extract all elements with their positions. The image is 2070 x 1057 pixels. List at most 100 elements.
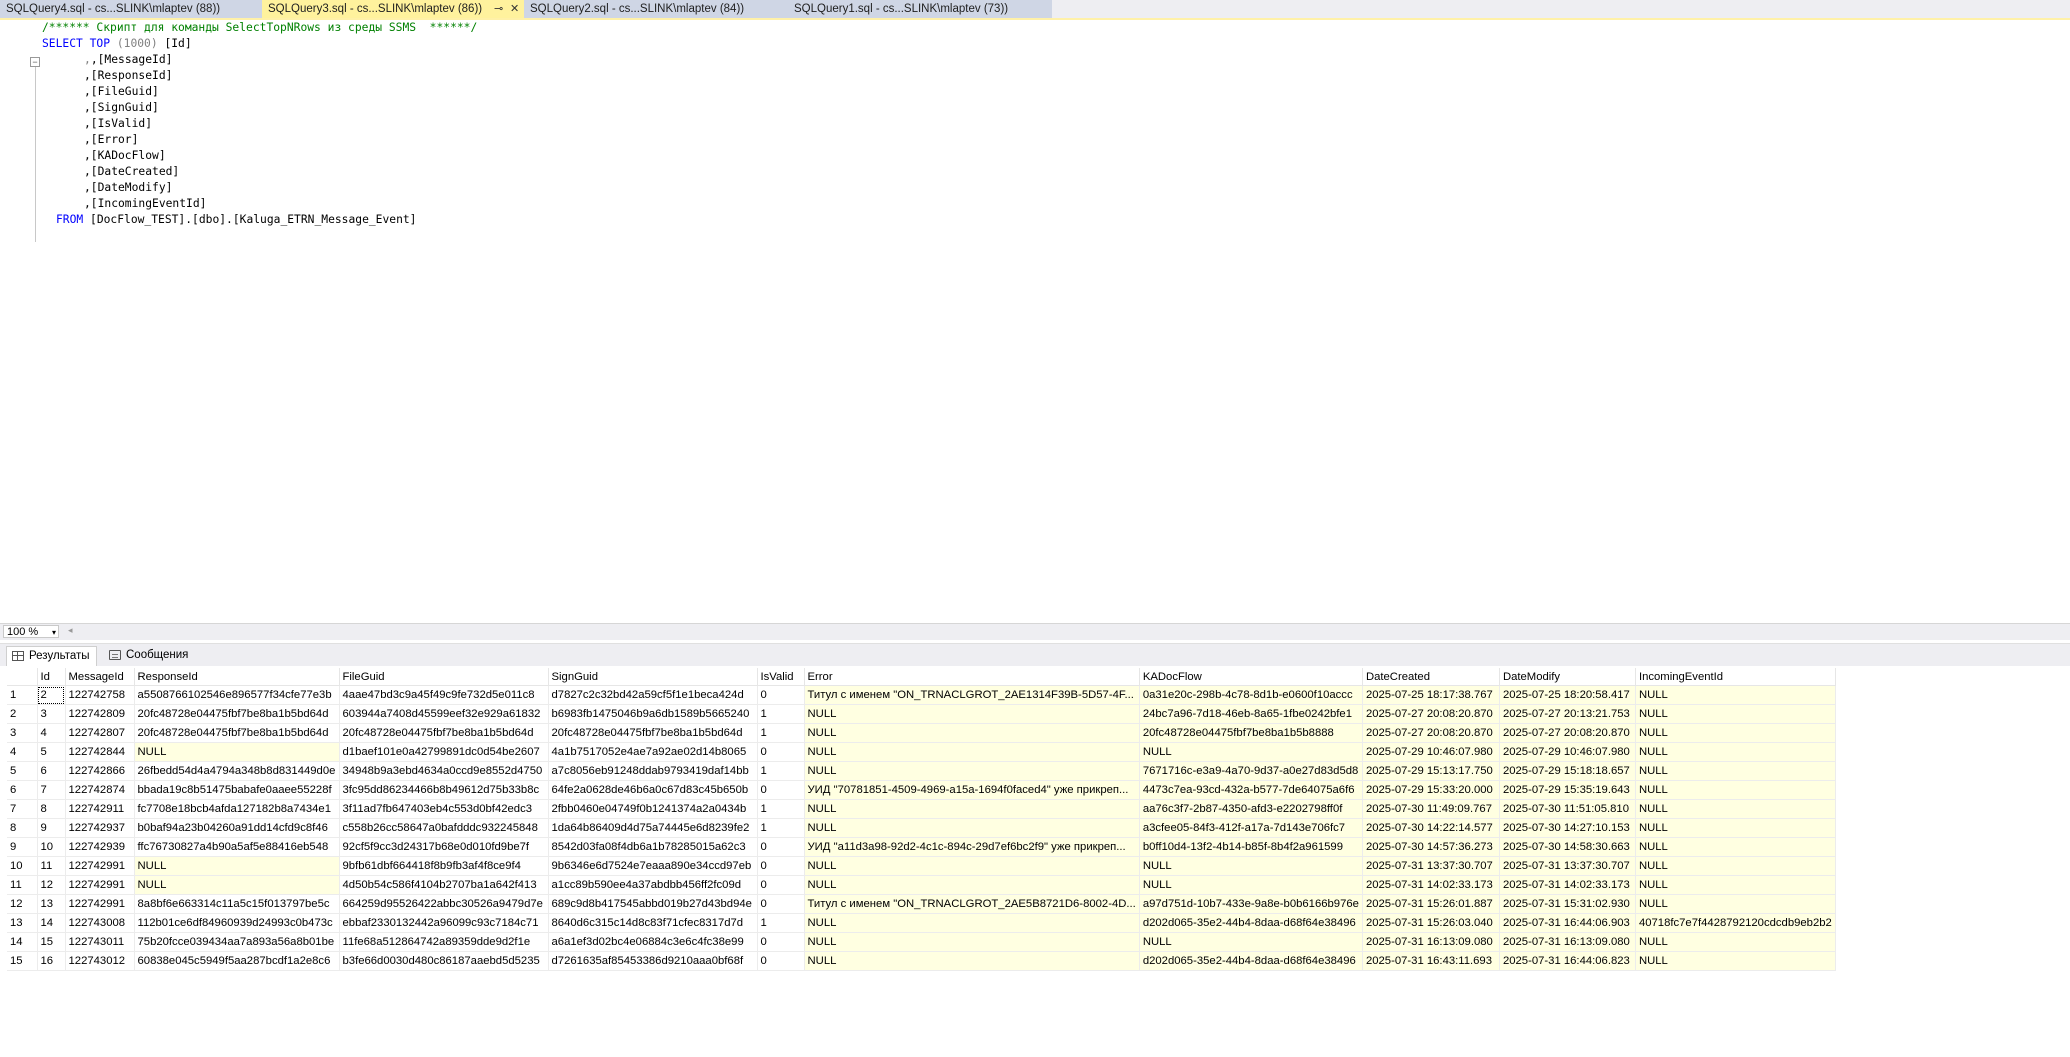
row-number-cell[interactable]: 8	[7, 818, 38, 838]
scroll-left-icon[interactable]: ◂	[68, 625, 73, 636]
table-cell[interactable]: 10	[37, 837, 66, 857]
row-number-cell[interactable]: 5	[7, 761, 38, 781]
table-cell[interactable]: 11	[37, 856, 66, 876]
row-number-cell[interactable]: 7	[7, 799, 38, 819]
pin-icon[interactable]: ⊸	[494, 0, 503, 18]
table-cell[interactable]: NULL	[1635, 723, 1836, 743]
table-row[interactable]: 13 14 122743008 112b01ce6df84960939d24993c0…	[7, 913, 1836, 933]
table-cell[interactable]: 4d50b54c586f4104b2707ba1a642f413	[339, 875, 549, 895]
table-cell[interactable]: NULL	[1635, 951, 1836, 971]
table-cell[interactable]: 2025-07-31 16:13:09.080	[1362, 932, 1500, 952]
tab-sqlquery2[interactable]: SQLQuery2.sql - cs...SLINK\mlaptev (84))	[524, 0, 786, 18]
column-header-kadocflow[interactable]: KADocFlow	[1139, 668, 1363, 686]
row-number-cell[interactable]: 11	[7, 875, 38, 895]
table-row[interactable]: 4 5 122742844 NULL d1baef101e0a42799891dc0d5…	[7, 742, 1836, 762]
table-cell[interactable]: 0	[757, 742, 805, 762]
table-cell[interactable]: 0	[757, 932, 805, 952]
table-cell[interactable]: 20fc48728e04475fbf7be8ba1b5b8888	[1139, 723, 1363, 743]
table-cell[interactable]: 664259d95526422abbc30526a9479d7e	[339, 894, 549, 914]
table-cell[interactable]: NULL	[1635, 875, 1836, 895]
column-header-id[interactable]: Id	[37, 668, 66, 686]
table-cell[interactable]: 0	[757, 894, 805, 914]
table-cell[interactable]: 603944a7408d45599eef32e929a61832	[339, 704, 549, 724]
table-cell[interactable]: 122742866	[65, 761, 135, 781]
table-cell[interactable]: 8a8bf6e663314c11a5c15f013797be5c	[134, 894, 340, 914]
table-cell[interactable]: bbada19c8b51475babafe0aaee55228f	[134, 780, 340, 800]
column-header-fileguid[interactable]: FileGuid	[339, 668, 549, 686]
table-cell[interactable]: 34948b9a3ebd4634a0ccd9e8552d4750	[339, 761, 549, 781]
table-cell[interactable]: 4aae47bd3c9a45f49c9fe732d5e011c8	[339, 685, 549, 705]
table-cell[interactable]: NULL	[804, 723, 1140, 743]
column-header-datemodify[interactable]: DateModify	[1499, 668, 1636, 686]
table-cell[interactable]: 20fc48728e04475fbf7be8ba1b5bd64d	[339, 723, 549, 743]
table-cell[interactable]: 2025-07-29 15:18:18.657	[1499, 761, 1636, 781]
table-cell[interactable]: 1da64b86409d4d75a74445e6d8239fe2	[548, 818, 758, 838]
table-cell[interactable]: Титул с именем "ON_TRNACLGROT_2AE5B8721D…	[804, 894, 1140, 914]
table-cell[interactable]: NULL	[804, 799, 1140, 819]
tab-sqlquery3[interactable]: SQLQuery3.sql - cs...SLINK\mlaptev (86))…	[262, 0, 530, 18]
tab-sqlquery4[interactable]: SQLQuery4.sql - cs...SLINK\mlaptev (88))	[0, 0, 264, 18]
table-cell[interactable]: 122742991	[65, 875, 135, 895]
table-cell[interactable]: ebbaf2330132442a96099c93c7184c71	[339, 913, 549, 933]
table-cell[interactable]: NULL	[804, 951, 1140, 971]
table-cell[interactable]: NULL	[804, 704, 1140, 724]
row-number-cell[interactable]: 15	[7, 951, 38, 971]
row-number-cell[interactable]: 1	[7, 685, 38, 705]
table-cell[interactable]: 2	[37, 685, 66, 705]
table-cell[interactable]: 1	[757, 723, 805, 743]
table-row[interactable]: 11 12 122742991 NULL 4d50b54c586f4104b2707ba…	[7, 875, 1836, 895]
table-cell[interactable]: УИД "a11d3a98-92d2-4c1c-894c-29d7ef6bc2f…	[804, 837, 1140, 857]
table-cell[interactable]: 2025-07-25 18:20:58.417	[1499, 685, 1636, 705]
table-cell[interactable]: 2025-07-31 13:37:30.707	[1499, 856, 1636, 876]
row-number-cell[interactable]: 14	[7, 932, 38, 952]
table-cell[interactable]: c558b26cc58647a0bafdddc932245848	[339, 818, 549, 838]
table-cell[interactable]: 2025-07-29 15:13:17.750	[1362, 761, 1500, 781]
table-cell[interactable]: a97d751d-10b7-433e-9a8e-b0b6166b976e	[1139, 894, 1363, 914]
table-cell[interactable]: 0	[757, 780, 805, 800]
table-cell[interactable]: 2025-07-27 20:08:20.870	[1499, 723, 1636, 743]
row-number-cell[interactable]: 6	[7, 780, 38, 800]
table-cell[interactable]: 4473c7ea-93cd-432a-b577-7de64075a6f6	[1139, 780, 1363, 800]
zoom-select[interactable]: 100 % ▾	[3, 625, 59, 638]
table-cell[interactable]: 2025-07-30 14:27:10.153	[1499, 818, 1636, 838]
table-cell[interactable]: 0	[757, 951, 805, 971]
table-cell[interactable]: 3	[37, 704, 66, 724]
table-cell[interactable]: 64fe2a0628de46b6a0c67d83c45b650b	[548, 780, 758, 800]
table-cell[interactable]: 6	[37, 761, 66, 781]
table-cell[interactable]: NULL	[804, 932, 1140, 952]
table-cell[interactable]: 16	[37, 951, 66, 971]
table-cell[interactable]: 20fc48728e04475fbf7be8ba1b5bd64d	[134, 723, 340, 743]
table-cell[interactable]: 2025-07-29 15:35:19.643	[1499, 780, 1636, 800]
table-cell[interactable]: NULL	[1635, 742, 1836, 762]
table-cell[interactable]: NULL	[804, 875, 1140, 895]
table-cell[interactable]: a6a1ef3d02bc4e06884c3e6c4fc38e99	[548, 932, 758, 952]
table-cell[interactable]: NULL	[1635, 685, 1836, 705]
table-cell[interactable]: 2025-07-27 20:08:20.870	[1362, 704, 1500, 724]
table-cell[interactable]: 20fc48728e04475fbf7be8ba1b5bd64d	[548, 723, 758, 743]
table-row[interactable]: 2 3 122742809 20fc48728e04475fbf7be8ba1b5bd…	[7, 704, 1836, 724]
table-cell[interactable]: NULL	[1635, 761, 1836, 781]
row-number-cell[interactable]: 13	[7, 913, 38, 933]
table-cell[interactable]: NULL	[1635, 780, 1836, 800]
table-cell[interactable]: 122742939	[65, 837, 135, 857]
table-cell[interactable]: NULL	[1635, 799, 1836, 819]
table-cell[interactable]: d7261635af85453386d9210aaa0bf68f	[548, 951, 758, 971]
table-cell[interactable]: a1cc89b590ee4a37abdbb456ff2fc09d	[548, 875, 758, 895]
table-cell[interactable]: 122742809	[65, 704, 135, 724]
column-header-signguid[interactable]: SignGuid	[548, 668, 758, 686]
table-cell[interactable]: 0	[757, 875, 805, 895]
table-cell[interactable]: 2025-07-27 20:08:20.870	[1362, 723, 1500, 743]
table-cell[interactable]: aa76c3f7-2b87-4350-afd3-e2202798ff0f	[1139, 799, 1363, 819]
table-cell[interactable]: NULL	[804, 761, 1140, 781]
table-cell[interactable]: 60838e045c5949f5aa287bcdf1a2e8c6	[134, 951, 340, 971]
table-cell[interactable]: 2025-07-31 16:44:06.903	[1499, 913, 1636, 933]
table-cell[interactable]: NULL	[1635, 704, 1836, 724]
table-cell[interactable]: d202d065-35e2-44b4-8daa-d68f64e38496	[1139, 951, 1363, 971]
table-cell[interactable]: b3fe66d0030d480c86187aaebd5d5235	[339, 951, 549, 971]
table-cell[interactable]: d202d065-35e2-44b4-8daa-d68f64e38496	[1139, 913, 1363, 933]
table-cell[interactable]: a3cfee05-84f3-412f-a17a-7d143e706fc7	[1139, 818, 1363, 838]
table-cell[interactable]: d1baef101e0a42799891dc0d54be2607	[339, 742, 549, 762]
table-cell[interactable]: b6983fb1475046b9a6db1589b5665240	[548, 704, 758, 724]
table-cell[interactable]: Титул с именем "ON_TRNACLGROT_2AE1314F39…	[804, 685, 1140, 705]
row-number-header[interactable]	[7, 668, 38, 686]
